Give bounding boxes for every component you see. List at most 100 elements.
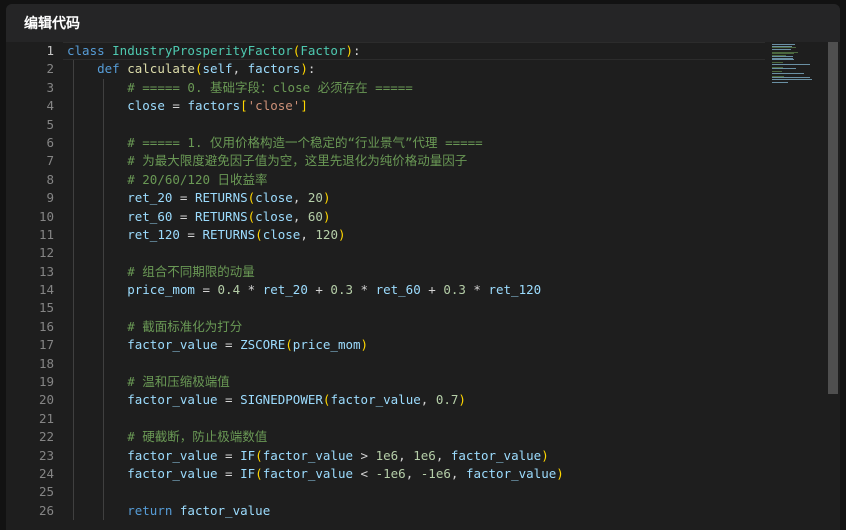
code-token: , xyxy=(420,392,436,408)
code-token: = xyxy=(179,226,203,242)
code-line[interactable]: # 硬截断，防止极端数值 xyxy=(67,428,765,447)
code-line[interactable]: # 为最大限度避免因子值为空，这里先退化为纯价格动量因子 xyxy=(67,152,765,171)
code-token: ) xyxy=(458,392,466,408)
code-line[interactable] xyxy=(67,115,765,134)
code-line[interactable] xyxy=(67,244,765,263)
code-token: = xyxy=(217,337,241,353)
code-token: ) xyxy=(337,226,346,242)
code-line[interactable]: factor_value = IF(factor_value > 1e6, 1e… xyxy=(67,446,765,465)
code-token: ret_120 xyxy=(488,282,542,298)
line-number: 1 xyxy=(46,43,54,58)
code-token: 1e6 xyxy=(413,447,436,463)
minimap-line xyxy=(772,72,804,74)
code-token: factors xyxy=(187,98,241,114)
code-line[interactable] xyxy=(67,299,765,318)
code-token: close xyxy=(262,226,301,242)
code-line[interactable]: factor_value = IF(factor_value < -1e6, -… xyxy=(67,464,765,484)
code-token: * xyxy=(353,282,376,298)
code-token: factor_value xyxy=(262,447,354,463)
line-number: 19 xyxy=(38,374,54,390)
vertical-scrollbar-thumb[interactable] xyxy=(828,42,838,394)
code-area[interactable]: class IndustryProsperityFactor(Factor): … xyxy=(63,42,765,521)
code-token: price_mom xyxy=(127,282,195,298)
line-number: 20 xyxy=(38,392,54,408)
code-token: 0.4 xyxy=(217,282,241,298)
code-token: close xyxy=(255,208,293,224)
line-number: 24 xyxy=(38,465,54,481)
code-line[interactable]: # 组合不同期限的动量 xyxy=(67,262,765,282)
code-token: 0.3 xyxy=(330,282,353,298)
code-line[interactable]: factor_value = SIGNEDPOWER(factor_value,… xyxy=(67,391,765,410)
code-line[interactable]: close = factors['close'] xyxy=(67,97,765,116)
code-token: ( xyxy=(285,337,293,353)
code-token: ( xyxy=(255,226,263,242)
code-line[interactable]: # 截面标准化为打分 xyxy=(67,317,765,337)
code-line[interactable]: def calculate(self, factors): xyxy=(67,60,765,79)
code-token: class xyxy=(67,43,113,58)
line-number: 9 xyxy=(46,190,54,206)
code-line[interactable]: # 温和压缩极端值 xyxy=(67,373,765,392)
code-token: 120 xyxy=(315,226,338,242)
line-number: 21 xyxy=(38,410,54,426)
code-token: , xyxy=(435,447,451,463)
line-number: 26 xyxy=(38,502,54,518)
line-number: 4 xyxy=(46,98,54,114)
indent-guide xyxy=(103,299,104,318)
code-token: > xyxy=(353,447,376,463)
code-token: 60 xyxy=(307,208,323,224)
code-line[interactable]: class IndustryProsperityFactor(Factor): xyxy=(63,42,765,61)
code-token: # ===== 0. 基础字段：close 必须存在 ===== xyxy=(127,79,413,95)
code-token: * xyxy=(240,282,263,298)
code-token: IndustryProsperityFactor xyxy=(112,43,293,58)
code-token: < xyxy=(353,465,376,481)
code-line[interactable]: ret_120 = RETURNS(close, 120) xyxy=(67,225,765,245)
code-token: IF xyxy=(240,465,256,481)
code-token: ] xyxy=(300,98,308,114)
code-line[interactable]: # ===== 0. 基础字段：close 必须存在 ===== xyxy=(67,78,765,98)
indent-guide xyxy=(103,409,104,429)
indent-guide xyxy=(73,354,74,374)
code-token: # 温和压缩极端值 xyxy=(127,374,230,390)
code-token: factor_value xyxy=(465,465,557,481)
code-token: 1e6 xyxy=(375,447,399,463)
minimap[interactable] xyxy=(770,44,826,84)
code-line[interactable] xyxy=(67,409,765,429)
line-number: 11 xyxy=(38,226,54,242)
line-number: 13 xyxy=(38,263,54,279)
minimap-line xyxy=(772,59,795,60)
code-token: 0.3 xyxy=(443,282,466,298)
code-line[interactable]: price_mom = 0.4 * ret_20 + 0.3 * ret_60 … xyxy=(67,281,765,300)
indent-guide xyxy=(103,483,104,502)
code-token: return xyxy=(127,502,180,518)
code-line[interactable] xyxy=(67,354,765,374)
code-token: # 组合不同期限的动量 xyxy=(127,263,255,279)
code-token: = xyxy=(172,190,195,206)
dialog-header: 编辑代码 xyxy=(6,4,840,42)
code-line[interactable]: ret_20 = RETURNS(close, 20) xyxy=(67,189,765,208)
code-line[interactable]: # ===== 1. 仅用价格构造一个稳定的“行业景气”代理 ===== xyxy=(67,133,765,153)
code-line[interactable]: # 20/60/120 日收益率 xyxy=(67,170,765,190)
line-number: 18 xyxy=(38,355,54,371)
line-number: 8 xyxy=(46,171,54,187)
line-number: 7 xyxy=(46,153,54,169)
code-token: ) xyxy=(322,208,331,224)
line-number: 2 xyxy=(46,61,54,77)
code-token: ( xyxy=(255,465,263,481)
code-editor[interactable]: 1 2 3 4 5 6 7 8 9 10 11 12 13 14 15 16 17 18 19 20 21 22 23 24 2… xyxy=(6,42,840,530)
code-token: : xyxy=(353,43,361,58)
code-token: price_mom xyxy=(292,337,361,353)
minimap-line xyxy=(772,48,792,50)
code-line[interactable]: ret_60 = RETURNS(close, 60) xyxy=(67,207,765,226)
code-line[interactable]: return factor_value xyxy=(67,501,765,521)
code-line[interactable]: factor_value = ZSCORE(price_mom) xyxy=(67,336,765,355)
code-token: # 为最大限度避免因子值为空，这里先退化为纯价格动量因子 xyxy=(127,153,468,169)
code-line[interactable] xyxy=(67,483,765,502)
code-token: -1e6 xyxy=(420,465,451,481)
